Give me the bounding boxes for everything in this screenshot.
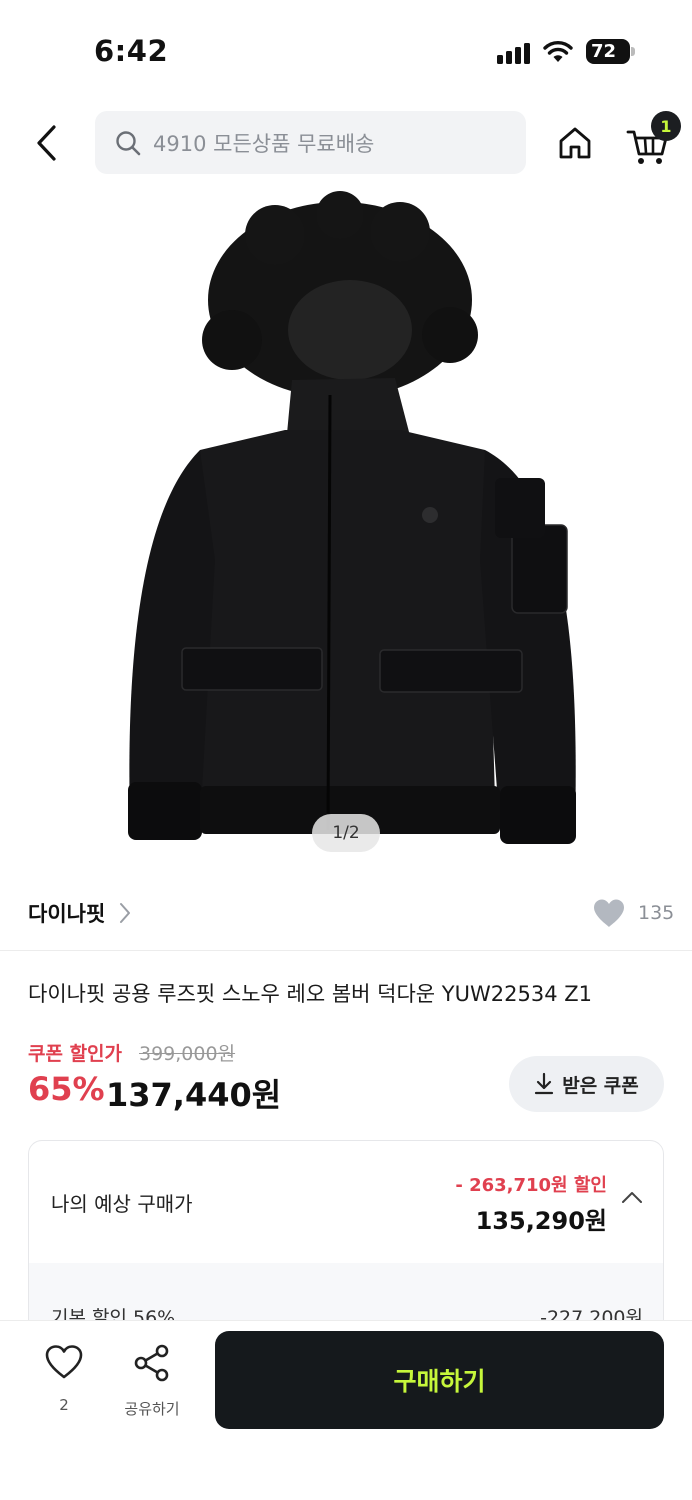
like-count: 135 bbox=[638, 902, 675, 924]
status-bar: 6:42 72 bbox=[0, 0, 692, 100]
discount-rate: 65% bbox=[28, 1070, 105, 1108]
share-icon bbox=[134, 1344, 169, 1382]
wishlist-count: 2 bbox=[59, 1396, 69, 1414]
status-time: 6:42 bbox=[94, 34, 169, 68]
estimated-price: 135,290원 bbox=[475, 1207, 607, 1235]
brand-link[interactable]: 다이나핏 bbox=[28, 888, 131, 938]
share-button[interactable]: 공유하기 bbox=[116, 1344, 188, 1434]
battery-level: 72 bbox=[591, 41, 617, 62]
sale-price: 137,440원 bbox=[106, 1076, 282, 1114]
chevron-up-icon bbox=[622, 1192, 642, 1203]
wishlist-button[interactable]: 2 bbox=[38, 1344, 90, 1434]
share-label: 공유하기 bbox=[124, 1400, 180, 1418]
search-placeholder: 4910 모든상품 무료배송 bbox=[153, 131, 375, 156]
estimated-discount: - 263,710원 할인 bbox=[455, 1175, 607, 1196]
product-image[interactable] bbox=[0, 190, 692, 855]
battery-indicator: 72 bbox=[586, 39, 630, 64]
chevron-right-icon bbox=[120, 903, 131, 923]
wifi-icon bbox=[543, 41, 573, 62]
estimated-price-toggle[interactable]: 나의 예상 구매가 - 263,710원 할인 135,290원 bbox=[29, 1141, 663, 1263]
brand-name: 다이나핏 bbox=[28, 902, 106, 926]
cart-count-badge: 1 bbox=[651, 111, 681, 141]
home-button[interactable] bbox=[552, 118, 598, 168]
download-icon bbox=[535, 1072, 554, 1095]
coupon-button-label: 받은 쿠폰 bbox=[562, 1074, 639, 1097]
image-counter: 1/2 bbox=[312, 814, 380, 852]
like-button[interactable]: 135 bbox=[592, 893, 674, 933]
back-button[interactable] bbox=[26, 118, 66, 168]
search-input[interactable]: 4910 모든상품 무료배송 bbox=[95, 111, 526, 174]
received-coupon-button[interactable]: 받은 쿠폰 bbox=[509, 1056, 664, 1112]
coupon-price-label: 쿠폰 할인가 bbox=[28, 1043, 123, 1065]
search-icon bbox=[116, 130, 141, 155]
chevron-left-icon bbox=[37, 125, 56, 161]
home-icon bbox=[559, 127, 591, 159]
original-price: 399,000원 bbox=[139, 1043, 236, 1065]
product-title: 다이나핏 공용 루즈핏 스노우 레오 봄버 덕다운 YUW22534 Z1 bbox=[28, 982, 592, 1006]
heart-outline-icon bbox=[45, 1345, 83, 1379]
buy-button[interactable]: 구매하기 bbox=[215, 1331, 664, 1429]
heart-icon bbox=[594, 899, 624, 927]
jacket-image bbox=[128, 191, 576, 844]
estimated-price-label: 나의 예상 구매가 bbox=[51, 1192, 193, 1216]
battery-cap bbox=[631, 47, 635, 56]
divider bbox=[0, 950, 692, 951]
signal-icon bbox=[497, 42, 533, 64]
